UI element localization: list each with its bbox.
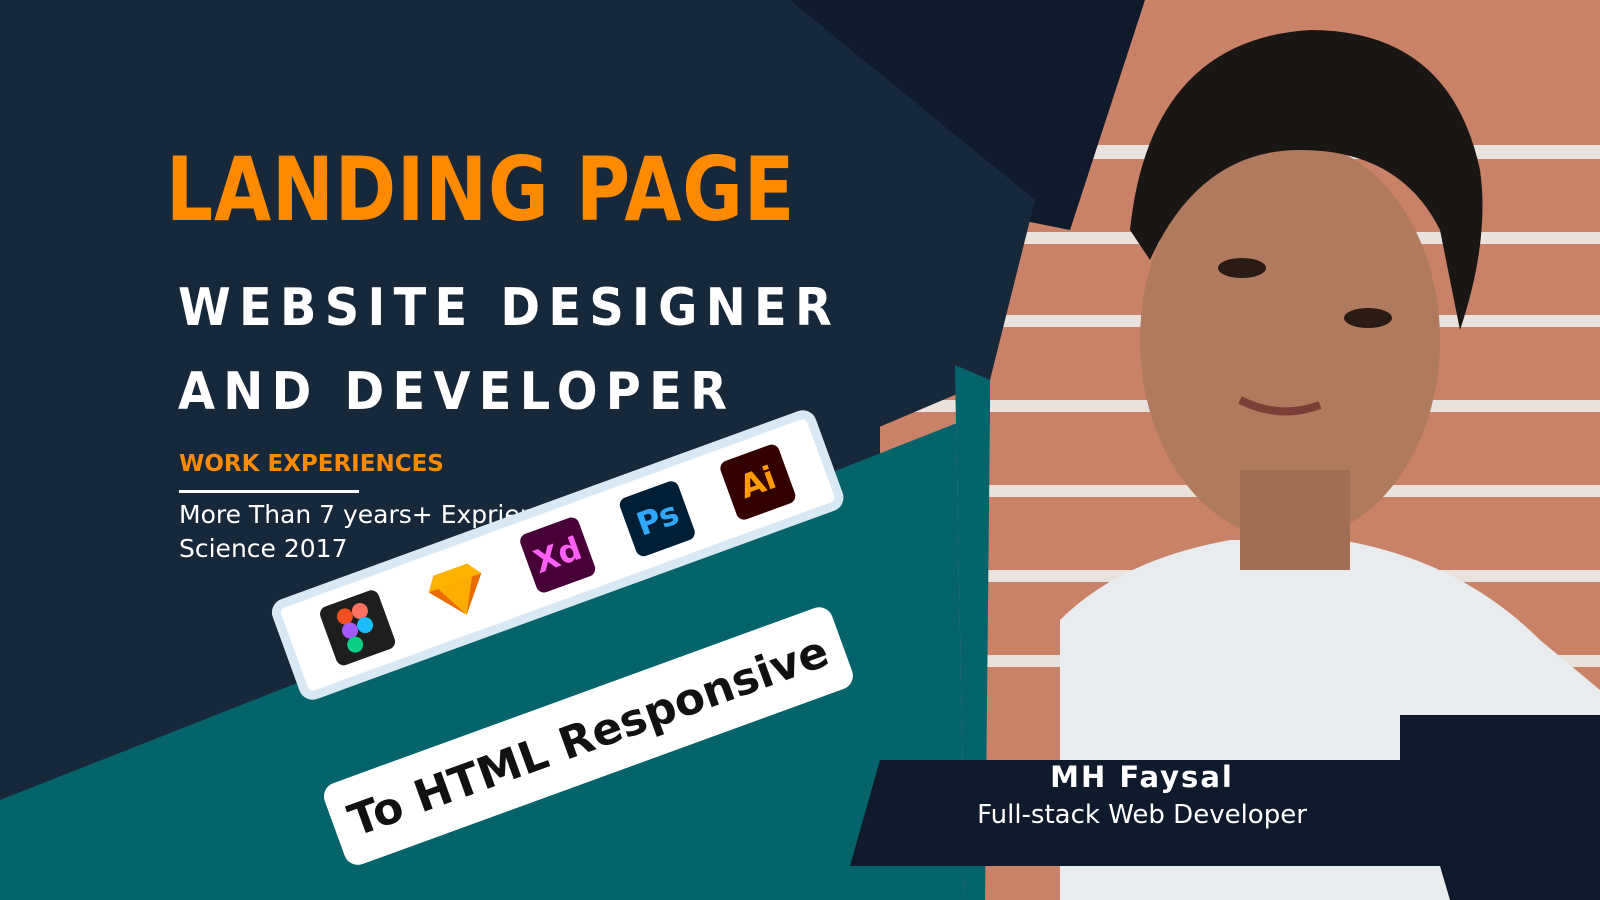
headline: LANDING PAGE [166, 138, 796, 241]
person-role: Full-stack Web Developer [977, 800, 1307, 830]
xd-icon: Xd [517, 515, 598, 595]
name-card: MH Faysal Full-stack Web Developer [852, 754, 1432, 856]
ai-icon: Ai [717, 442, 798, 522]
work-divider [179, 490, 359, 493]
figma-icon [317, 588, 398, 668]
work-experiences-title: WORK EXPERIENCES [179, 451, 444, 477]
person-name: MH Faysal [1050, 760, 1234, 794]
experience-since: Science 2017 [179, 534, 348, 563]
subhead: WEBSITE DESIGNER AND DEVELOPER [178, 278, 841, 422]
ps-icon: Ps [617, 478, 698, 559]
sketch-icon [418, 552, 497, 631]
